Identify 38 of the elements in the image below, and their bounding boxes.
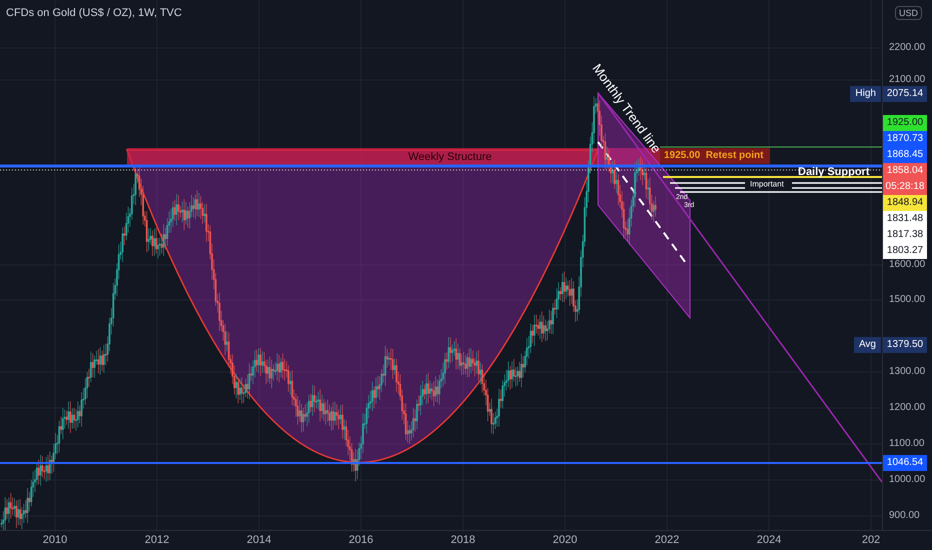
price-value: 1868.45 — [886, 148, 924, 162]
time-axis-label: 2012 — [144, 534, 170, 546]
bar-countdown: 05:28:18 — [886, 180, 924, 194]
price-value: 1925.00 — [886, 116, 924, 130]
time-axis-label: 2010 — [42, 534, 68, 546]
price-value: 1379.50 — [886, 338, 924, 352]
price-axis-label: 1500.00 — [889, 294, 926, 306]
price-value: 1858.04 — [886, 164, 924, 178]
price-value: 1831.48 — [886, 212, 924, 226]
time-axis-label: 2022 — [654, 534, 680, 546]
price-axis-label: 1300.00 — [889, 366, 926, 378]
time-axis-label: 2016 — [348, 534, 374, 546]
time-axis-label: 2014 — [246, 534, 272, 546]
price-tag-label: High — [850, 86, 881, 102]
price-axis-label: 1200.00 — [889, 402, 926, 414]
chart-title: CFDs on Gold (US$ / OZ), 1W, TVC — [6, 7, 182, 19]
daily-support-label: Daily Support — [798, 166, 870, 178]
price-value: 1870.73 — [886, 132, 924, 146]
time-axis-label: 2024 — [756, 534, 782, 546]
price-value: 1848.94 — [886, 196, 924, 210]
price-axis-label: 1100.00 — [889, 438, 924, 450]
time-axis-label: 2018 — [450, 534, 476, 546]
price-axis-label: 2200.00 — [889, 42, 926, 54]
time-axis-label: 2020 — [552, 534, 578, 546]
price-tag-label: Avg — [854, 337, 881, 353]
price-value: 2075.14 — [886, 87, 924, 101]
price-axis-label: 1600.00 — [889, 259, 926, 271]
price-axis-label: 1000.00 — [889, 474, 926, 486]
price-value: 1817.38 — [886, 228, 924, 242]
retest-point-label: 1925.00 Retest point — [660, 148, 770, 164]
important-label: Important — [750, 180, 784, 188]
price-axis-label: 900.00 — [889, 510, 920, 522]
weekly-structure-label: Weekly Structure — [408, 151, 492, 163]
price-value: 1803.27 — [886, 244, 924, 258]
price-axis-label: 2100.00 — [889, 74, 926, 86]
price-value: 1046.54 — [886, 456, 924, 470]
currency-button[interactable]: USD — [895, 6, 922, 20]
time-axis-label: 202 — [862, 534, 880, 546]
